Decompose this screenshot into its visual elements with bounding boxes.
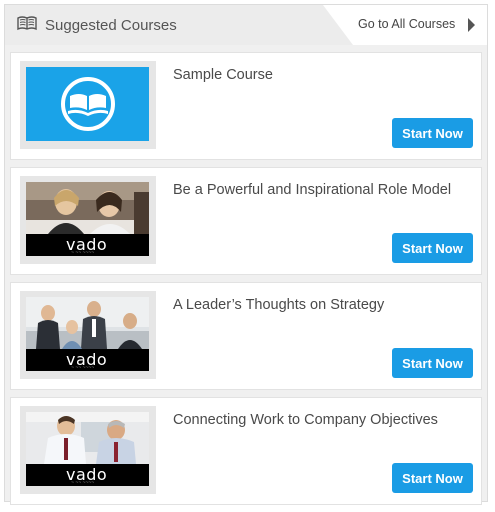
- go-to-all-courses-label: Go to All Courses: [358, 17, 456, 31]
- start-now-button[interactable]: Start Now: [392, 118, 473, 148]
- tab-diagonal-edge: [323, 5, 353, 45]
- chevron-right-icon: [468, 18, 475, 32]
- widget-header: Suggested Courses Go to All Courses: [5, 5, 487, 45]
- book-logo-icon: [60, 77, 115, 131]
- start-now-button[interactable]: Start Now: [392, 233, 473, 263]
- start-now-button[interactable]: Start Now: [392, 463, 473, 493]
- go-to-all-courses-link[interactable]: Go to All Courses: [323, 5, 487, 45]
- course-thumbnail[interactable]: [26, 67, 149, 141]
- brand-bar: vado ~ ~~ ~~~~: [26, 464, 149, 486]
- course-thumbnail-frame: vado ~ ~~ ~~~~: [20, 176, 156, 264]
- meeting-photo: [26, 182, 149, 234]
- header-title: Suggested Courses: [45, 16, 177, 34]
- course-title[interactable]: A Leader’s Thoughts on Strategy: [173, 297, 384, 313]
- course-card: vado ~ ~~ ~~~~ Be a Powerful and Inspira…: [10, 167, 482, 275]
- course-title[interactable]: Connecting Work to Company Objectives: [173, 412, 438, 428]
- suggested-courses-widget: Suggested Courses Go to All Courses Samp…: [4, 4, 488, 505]
- course-title[interactable]: Be a Powerful and Inspirational Role Mod…: [173, 182, 451, 198]
- course-thumbnail[interactable]: vado ~ ~~ ~~~~: [26, 412, 149, 486]
- vado-logo-tagline-mark: ~ ~~ ~~~~: [71, 480, 95, 486]
- header-title-group: Suggested Courses: [17, 14, 177, 36]
- course-thumbnail-frame: vado ~ ~~ ~~~~: [20, 291, 156, 379]
- course-thumbnail-frame: vado ~ ~~ ~~~~: [20, 406, 156, 494]
- course-title[interactable]: Sample Course: [173, 67, 273, 83]
- course-thumbnail[interactable]: vado ~ ~~ ~~~~: [26, 182, 149, 256]
- vado-logo-tagline-mark: ~ ~~ ~~~~: [71, 250, 95, 256]
- course-thumbnail-frame: [20, 61, 156, 149]
- course-list: Sample Course Start Now vado ~ ~~ ~~~~ B…: [10, 52, 482, 512]
- meeting-photo: [26, 297, 149, 349]
- course-card: Sample Course Start Now: [10, 52, 482, 160]
- office-photo: [26, 412, 149, 464]
- vado-logo-tagline-mark: ~ ~~ ~~~~: [71, 365, 95, 371]
- open-book-icon: [17, 15, 37, 36]
- course-card: vado ~ ~~ ~~~~ Connecting Work to Compan…: [10, 397, 482, 505]
- start-now-button[interactable]: Start Now: [392, 348, 473, 378]
- course-card: vado ~ ~~ ~~~~ A Leader’s Thoughts on St…: [10, 282, 482, 390]
- course-thumbnail[interactable]: vado ~ ~~ ~~~~: [26, 297, 149, 371]
- brand-bar: vado ~ ~~ ~~~~: [26, 234, 149, 256]
- brand-bar: vado ~ ~~ ~~~~: [26, 349, 149, 371]
